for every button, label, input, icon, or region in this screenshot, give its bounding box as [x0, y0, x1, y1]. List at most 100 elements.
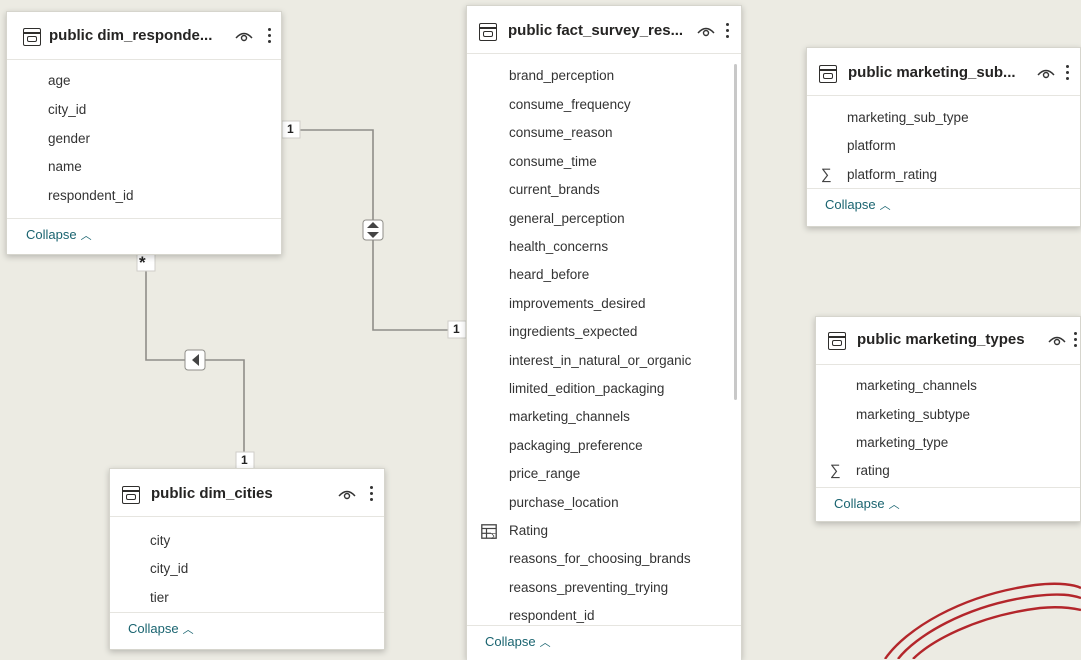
table-card-header[interactable]: public dim_cities [110, 469, 384, 517]
field-row[interactable]: city_id [7, 100, 281, 122]
more-options-icon[interactable] [1066, 65, 1070, 81]
field-row[interactable]: purchase_location [467, 493, 741, 515]
table-card-fact-survey-responses[interactable]: public fact_survey_res... brand_percepti… [466, 5, 742, 660]
field-name: heard_before [509, 267, 590, 282]
field-row[interactable]: heard_before [467, 265, 741, 287]
field-name: respondent_id [48, 188, 134, 203]
cardinality-many-label: * [139, 253, 146, 272]
chevron-up-icon: ︿ [539, 637, 551, 649]
field-name: platform_rating [847, 167, 938, 182]
field-name: interest_in_natural_or_organic [509, 353, 692, 368]
field-row[interactable]: age [7, 71, 281, 93]
calculator-table-icon: ∑ [481, 524, 497, 539]
field-name: marketing_type [856, 435, 949, 450]
eye-icon[interactable] [235, 31, 253, 43]
field-name: city_id [150, 561, 189, 576]
table-icon [819, 65, 837, 83]
collapse-label: Collapse [825, 197, 876, 212]
table-card-header[interactable]: public fact_survey_res... [467, 6, 741, 54]
eye-icon[interactable] [1048, 335, 1066, 347]
field-name: age [48, 73, 71, 88]
more-options-icon[interactable] [370, 486, 374, 502]
field-row[interactable]: ∑ rating [816, 461, 1080, 483]
more-options-icon[interactable] [1074, 332, 1078, 348]
table-title[interactable]: public dim_cities [151, 485, 326, 502]
collapse-label: Collapse [485, 634, 536, 649]
field-row[interactable]: reasons_preventing_trying [467, 578, 741, 600]
more-options-icon[interactable] [268, 28, 272, 44]
table-card-header[interactable]: public marketing_types [816, 317, 1080, 365]
field-row[interactable]: platform [807, 136, 1080, 158]
field-row[interactable]: price_range [467, 464, 741, 486]
field-row[interactable]: packaging_preference [467, 436, 741, 458]
table-card-header[interactable]: public marketing_sub... [807, 48, 1080, 96]
bidirectional-filter-icon[interactable] [362, 219, 384, 241]
cardinality-one-label: 1 [453, 322, 460, 336]
field-name: ingredients_expected [509, 324, 638, 339]
field-name: rating [856, 463, 890, 478]
field-name: improvements_desired [509, 296, 646, 311]
collapse-link[interactable]: Collapse ︿ [816, 487, 1080, 522]
field-row[interactable]: respondent_id [7, 186, 281, 208]
chevron-up-icon: ︿ [182, 624, 194, 636]
field-name: tier [150, 590, 169, 605]
field-row[interactable]: brand_perception [467, 66, 741, 88]
table-icon [122, 486, 140, 504]
field-name: marketing_sub_type [847, 110, 969, 125]
field-row[interactable]: consume_frequency [467, 95, 741, 117]
eye-icon[interactable] [697, 26, 715, 38]
field-row[interactable]: health_concerns [467, 237, 741, 259]
field-row[interactable]: reasons_for_choosing_brands [467, 549, 741, 571]
red-annotation-scribble [884, 582, 1081, 659]
table-card-marketing-types[interactable]: public marketing_types marketing_channel… [815, 316, 1081, 522]
field-name: price_range [509, 466, 581, 481]
field-row[interactable]: limited_edition_packaging [467, 379, 741, 401]
collapse-link[interactable]: Collapse ︿ [807, 188, 1080, 223]
field-row[interactable]: general_perception [467, 209, 741, 231]
table-card-dim-respondents[interactable]: public dim_responde... age city_id gende… [6, 11, 282, 255]
field-name: city [150, 533, 171, 548]
field-row[interactable]: tier [110, 588, 384, 610]
table-card-header[interactable]: public dim_responde... [7, 12, 281, 60]
field-row[interactable]: consume_time [467, 152, 741, 174]
field-row[interactable]: marketing_channels [816, 376, 1080, 398]
collapse-link[interactable]: Collapse ︿ [7, 218, 281, 253]
model-canvas[interactable]: 1 1 * 1 public dim_responde... age city_… [0, 0, 1081, 660]
field-row[interactable]: marketing_type [816, 433, 1080, 455]
field-row[interactable]: city_id [110, 559, 384, 581]
collapse-link[interactable]: Collapse ︿ [110, 612, 384, 647]
collapse-link[interactable]: Collapse ︿ [467, 625, 741, 660]
eye-icon[interactable] [338, 489, 356, 501]
table-title[interactable]: public dim_responde... [49, 27, 224, 44]
field-row[interactable]: marketing_channels [467, 407, 741, 429]
collapse-label: Collapse [128, 621, 179, 636]
table-card-dim-cities[interactable]: public dim_cities city city_id tier Coll… [109, 468, 385, 650]
field-row[interactable]: improvements_desired [467, 294, 741, 316]
field-row[interactable]: interest_in_natural_or_organic [467, 351, 741, 373]
field-row[interactable]: current_brands [467, 180, 741, 202]
table-title[interactable]: public marketing_sub... [848, 64, 1033, 81]
field-name: marketing_channels [856, 378, 977, 393]
collapse-label: Collapse [26, 227, 77, 242]
field-name: consume_reason [509, 125, 613, 140]
eye-icon[interactable] [1037, 68, 1055, 80]
table-card-marketing-sub[interactable]: public marketing_sub... marketing_sub_ty… [806, 47, 1081, 227]
table-title[interactable]: public marketing_types [857, 331, 1042, 348]
field-row[interactable]: gender [7, 129, 281, 151]
field-row[interactable]: ingredients_expected [467, 322, 741, 344]
field-name: packaging_preference [509, 438, 643, 453]
single-direction-filter-icon[interactable] [184, 349, 206, 371]
field-row[interactable]: ∑ Rating [467, 521, 741, 543]
field-row[interactable]: ∑ platform_rating [807, 165, 1080, 187]
table-title[interactable]: public fact_survey_res... [508, 22, 693, 39]
field-row[interactable]: name [7, 157, 281, 179]
field-name: platform [847, 138, 896, 153]
more-options-icon[interactable] [726, 23, 730, 39]
field-row[interactable]: city [110, 531, 384, 553]
field-name: general_perception [509, 211, 625, 226]
field-name: gender [48, 131, 91, 146]
field-name: marketing_subtype [856, 407, 971, 422]
field-row[interactable]: marketing_subtype [816, 405, 1080, 427]
field-row[interactable]: consume_reason [467, 123, 741, 145]
field-row[interactable]: marketing_sub_type [807, 108, 1080, 130]
